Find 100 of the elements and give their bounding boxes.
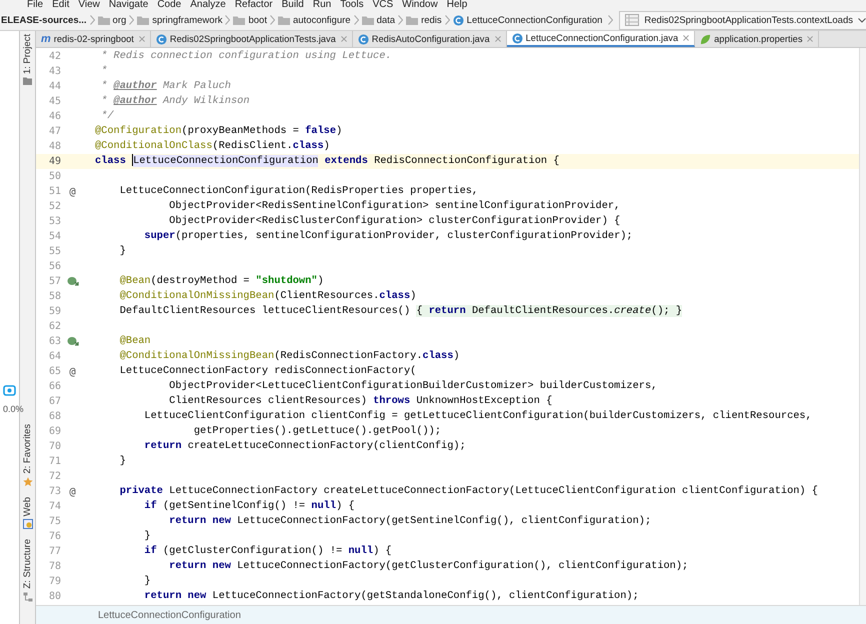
code-line: @ConditionalOnClass(RedisClient.class) — [95, 139, 330, 154]
line-number: 52 — [48, 201, 61, 212]
class-icon — [512, 32, 523, 44]
run-configuration-dropdown[interactable]: Redis02SpringbootApplicationTests.contextLoads — [619, 10, 866, 30]
code-line: @Bean — [118, 334, 151, 349]
line-number: 70 — [48, 441, 61, 452]
caret-icon — [858, 18, 866, 22]
breadcrumb-item[interactable]: boot — [233, 14, 267, 26]
breadcrumb-item[interactable]: redis — [406, 14, 442, 26]
editor-tab[interactable]: application.properties — [695, 31, 820, 47]
menu-item[interactable]: Navigate — [108, 0, 148, 10]
bean-icon[interactable] — [66, 336, 78, 347]
code-line: @ConditionalOnMissingBean(RedisConnectionFactory.class) — [118, 349, 460, 364]
editor-breadcrumb[interactable]: LettuceConnectionConfiguration — [98, 610, 241, 620]
tool-window-tab[interactable]: 1: Project — [22, 34, 33, 86]
line-number: 67 — [48, 396, 61, 407]
chevron-icon — [444, 15, 450, 25]
tool-window-tab[interactable]: Web — [22, 497, 33, 530]
line-number: 66 — [48, 381, 61, 392]
code-line: ObjectProvider<LettuceClientConfigurationBuilderCustomizer> builderCustomizers, — [168, 379, 658, 394]
code-line: * @author Mark Paluch — [100, 79, 231, 94]
breadcrumb-item[interactable]: data — [362, 14, 396, 26]
code-line: @ConditionalOnMissingBean(ClientResources.class) — [118, 289, 416, 304]
line-number: 50 — [48, 171, 61, 182]
menu-item[interactable]: Tools — [340, 0, 364, 10]
class-icon — [452, 14, 464, 26]
line-number: 56 — [48, 261, 61, 272]
code-line: if (getClusterConfiguration() != null) { — [143, 544, 392, 559]
code-line: } — [118, 454, 126, 469]
breadcrumb-item[interactable]: ELEASE-sources... — [1, 14, 87, 26]
line-number: 76 — [48, 531, 61, 542]
bean-icon[interactable] — [66, 276, 78, 287]
line-number: 58 — [48, 291, 61, 302]
menu-item[interactable]: View — [78, 0, 100, 10]
menu-item[interactable]: File — [27, 0, 44, 10]
line-number: 57 — [48, 276, 61, 287]
menu-item[interactable]: Window — [402, 0, 438, 10]
tool-window-tab[interactable]: 2: Favorites — [22, 424, 33, 487]
code-line: ClientResources clientResources) throws UnknownHostException { — [168, 394, 552, 409]
menu-item[interactable]: Refactor — [234, 0, 273, 10]
line-number: 44 — [48, 81, 61, 92]
line-number: 59 — [48, 306, 61, 317]
line-number: 47 — [48, 126, 61, 137]
override-marker[interactable]: @ — [69, 366, 76, 378]
menu-item[interactable]: VCS — [372, 0, 394, 10]
folder-icon — [233, 16, 246, 24]
code-line: private LettuceConnectionFactory createLettuceConnectionFactory(LettuceClientConfiguration clientConfiguration) { — [118, 484, 818, 499]
line-number: 53 — [48, 216, 61, 227]
breadcrumb-item[interactable]: LettuceConnectionConfiguration — [452, 14, 602, 26]
code-line: } — [143, 574, 151, 589]
menu-item[interactable]: Build — [282, 0, 304, 10]
breadcrumb-item[interactable]: springframework — [137, 14, 222, 26]
code-line: LettuceClientConfiguration clientConfig = getLettuceClientConfiguration(builderCustomizers, clientResources, — [143, 409, 812, 424]
recorder-widget: 0.0% — [0, 382, 27, 416]
scrollbar[interactable] — [859, 48, 866, 605]
line-number: 72 — [48, 471, 61, 482]
breadcrumb-item[interactable]: org — [98, 14, 126, 26]
line-number: 54 — [48, 231, 61, 242]
line-number: 78 — [48, 561, 61, 572]
menu-item[interactable]: Analyze — [190, 0, 226, 10]
folder-icon — [98, 16, 110, 24]
close-icon[interactable] — [138, 36, 145, 42]
tool-window-tab[interactable]: Z: Structure — [22, 539, 33, 602]
star-icon — [22, 477, 32, 487]
line-number: 51 — [48, 186, 61, 197]
menu-item[interactable]: Help — [446, 0, 468, 10]
code-line: class LettuceConnectionConfiguration extends RedisConnectionConfiguration { — [95, 154, 560, 169]
close-icon[interactable] — [807, 36, 814, 42]
editor-tab[interactable]: Redis02SpringbootApplicationTests.java — [150, 31, 353, 47]
close-icon[interactable] — [494, 36, 501, 42]
override-marker[interactable]: @ — [69, 186, 76, 198]
code-line: super(properties, sentinelConfigurationProvider, clusterConfigurationProvider); — [143, 229, 633, 244]
editor-tab[interactable]: RedisAutoConfiguration.java — [352, 31, 507, 47]
code-line: * — [100, 64, 108, 79]
table-icon — [625, 14, 640, 26]
menu-item[interactable]: Run — [312, 0, 332, 10]
breadcrumb-item[interactable]: autoconfigure — [278, 14, 351, 26]
override-marker[interactable]: @ — [69, 486, 76, 498]
folder-icon — [362, 16, 374, 24]
code-line: } — [118, 244, 126, 259]
menu-item[interactable]: Edit — [52, 0, 70, 10]
chevron-icon — [270, 15, 275, 25]
close-icon[interactable] — [683, 35, 690, 41]
chevron-icon — [129, 15, 134, 25]
code-line: return new LettuceConnectionFactory(getStandaloneConfig(), clientConfiguration); — [143, 589, 639, 604]
folder-icon — [137, 16, 150, 24]
code-line: */ — [100, 109, 114, 124]
close-icon[interactable] — [340, 36, 347, 42]
editor-tab[interactable]: LettuceConnectionConfiguration.java — [506, 31, 696, 47]
editor-tab[interactable]: m redis-02-springboot — [36, 31, 151, 47]
menu-item[interactable]: Code — [157, 0, 182, 10]
code-line: } — [143, 529, 151, 544]
line-number: 64 — [48, 351, 61, 362]
line-number: 62 — [48, 321, 61, 332]
line-number: 69 — [48, 426, 61, 437]
line-number: 79 — [48, 576, 61, 587]
code-line: return new LettuceConnectionFactory(getClusterConfiguration(), clientConfiguration); — [168, 559, 688, 574]
chevron-icon — [398, 15, 404, 25]
code-line: return new LettuceConnectionFactory(getSentinelConfig(), clientConfiguration); — [168, 514, 652, 529]
code-line: getProperties().getLettuce().getPool()); — [192, 424, 442, 439]
